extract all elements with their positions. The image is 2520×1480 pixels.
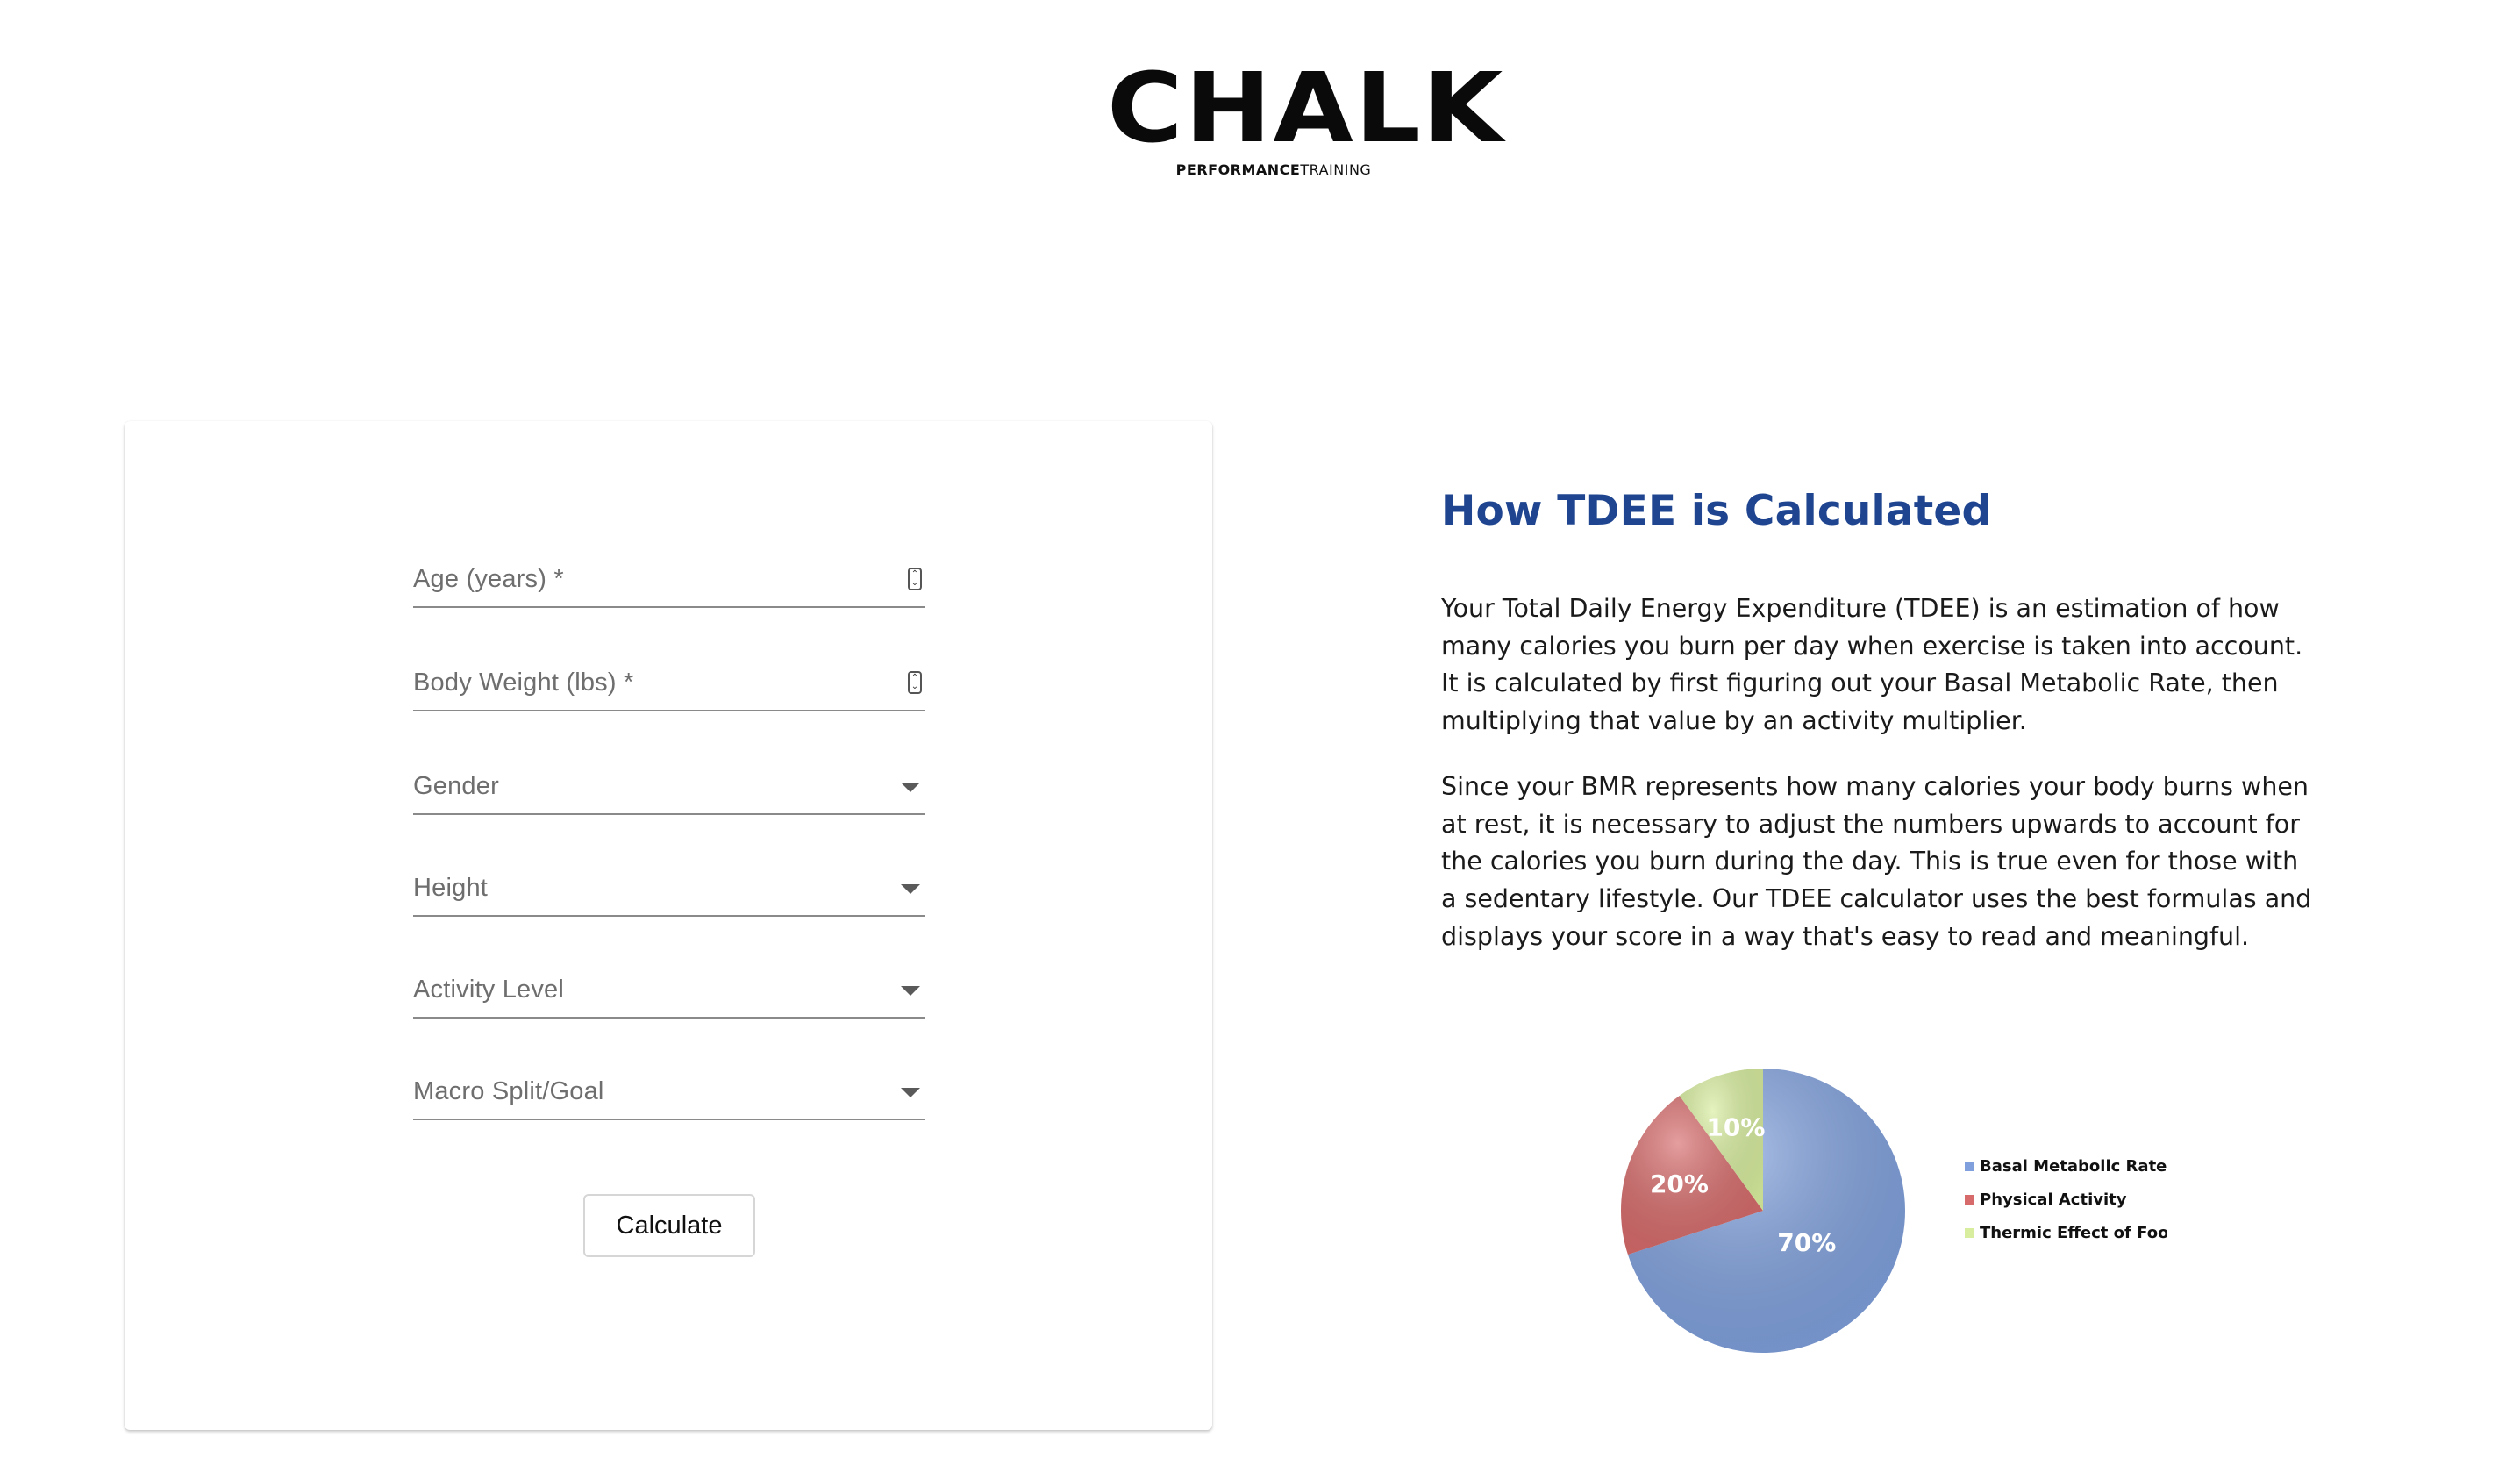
info-title: How TDEE is Calculated: [1441, 487, 1992, 535]
pie-data-label: 70%: [1777, 1228, 1836, 1257]
info-paragraph: Your Total Daily Energy Expenditure (TDE…: [1441, 594, 2303, 736]
activity-level-select[interactable]: Activity Level: [413, 964, 925, 1019]
height-select[interactable]: Height: [413, 862, 925, 917]
logo-wordmark: CHALK: [1107, 51, 1505, 165]
age-input[interactable]: Age (years) * ⌃ ⌄: [413, 554, 925, 608]
legend-label: Thermic Effect of Food: [1980, 1224, 2167, 1242]
body-weight-input-label: Body Weight (lbs) *: [413, 669, 634, 697]
height-select-label: Height: [413, 874, 489, 902]
legend-label: Basal Metabolic Rate: [1980, 1157, 2167, 1176]
legend-swatch: [1965, 1228, 1974, 1238]
pie-data-label: 20%: [1650, 1169, 1709, 1198]
macro-split-dropdown-icon: [901, 1088, 920, 1097]
age-spinner-icon[interactable]: ⌃ ⌄: [908, 568, 922, 590]
activity-level-dropdown-icon: [901, 986, 920, 996]
macro-split-select[interactable]: Macro Split/Goal: [413, 1066, 925, 1120]
age-input-label: Age (years) *: [413, 565, 564, 593]
legend-swatch: [1965, 1195, 1974, 1205]
tdee-calculator-page: CHALK PERFORMANCETRAINING Age (years) * …: [0, 0, 2520, 1480]
body-weight-input[interactable]: Body Weight (lbs) * ⌃ ⌄: [413, 657, 925, 711]
legend-label: Physical Activity: [1980, 1190, 2127, 1209]
calculator-form-card: Age (years) * ⌃ ⌄ Body Weight (lbs) * ⌃ ⌄ …: [125, 421, 1212, 1430]
macro-split-select-label: Macro Split/Goal: [413, 1077, 604, 1105]
tdee-pie-chart: 70% 20% 10% Basal Metabolic Rate Physical Ac…: [1621, 1069, 2167, 1353]
height-dropdown-icon: [901, 884, 920, 894]
pie-data-label: 10%: [1706, 1112, 1765, 1141]
info-paragraph: Since your BMR represents how many calor…: [1441, 772, 2312, 951]
chalk-logo[interactable]: CHALK PERFORMANCETRAINING: [1107, 51, 1505, 178]
gender-dropdown-icon: [901, 783, 920, 792]
calculate-button[interactable]: Calculate: [583, 1194, 755, 1257]
gender-select-label: Gender: [413, 772, 499, 800]
gender-select[interactable]: Gender: [413, 761, 925, 815]
legend-swatch: [1965, 1162, 1974, 1171]
body-weight-spinner-icon[interactable]: ⌃ ⌄: [908, 671, 922, 694]
activity-level-select-label: Activity Level: [413, 976, 565, 1004]
